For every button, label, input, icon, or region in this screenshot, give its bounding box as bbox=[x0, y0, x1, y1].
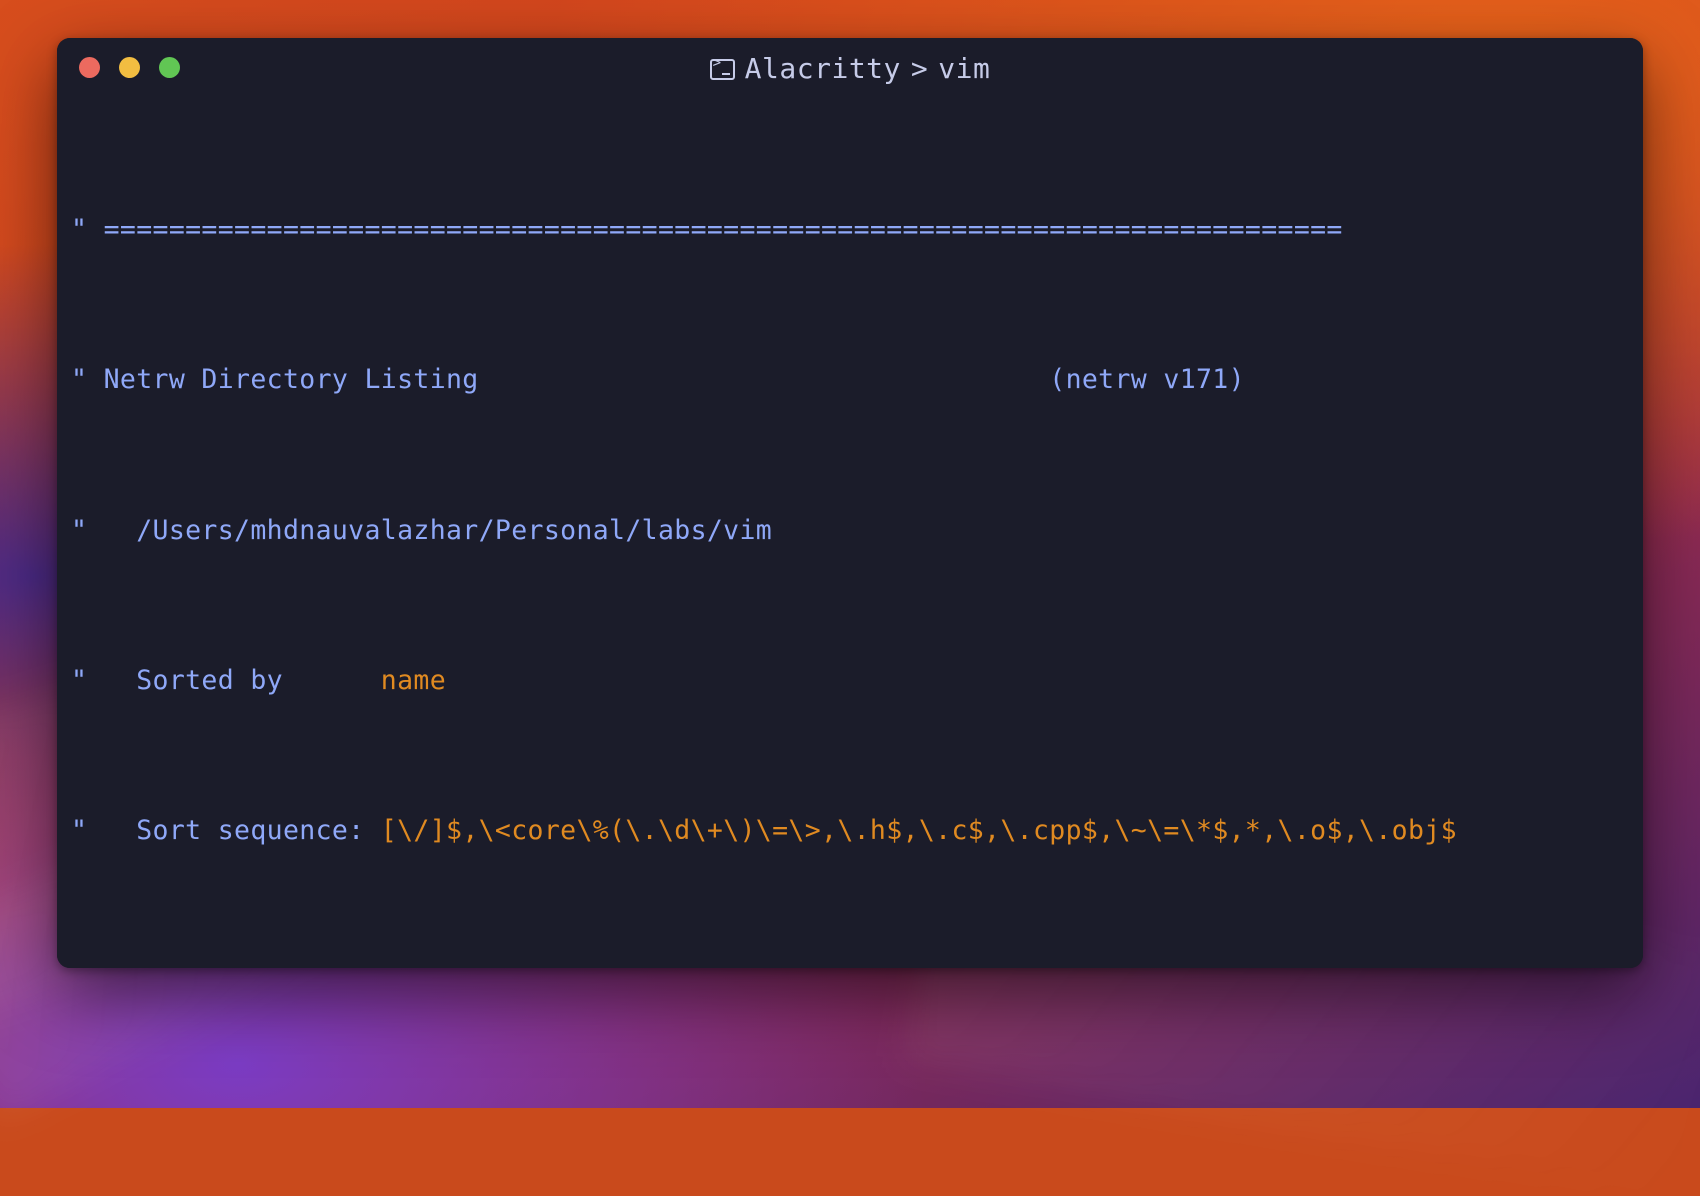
netrw-sorted-by-value: name bbox=[381, 665, 446, 696]
netrw-banner-rule-top: " ======================================… bbox=[71, 211, 1643, 249]
netrw-version-spacer bbox=[479, 364, 1050, 395]
quick-help-gap bbox=[1017, 966, 1050, 968]
terminal-window[interactable]: Alacritty > vim " ======================… bbox=[57, 38, 1643, 968]
quick-help-gap bbox=[691, 966, 724, 968]
netrw-banner-path: " /Users/mhdnauvalazhar/Personal/labs/vi… bbox=[71, 512, 1643, 550]
window-title-app: Alacritty bbox=[745, 52, 901, 85]
window-controls[interactable] bbox=[79, 57, 180, 78]
quick-help-action: delete bbox=[756, 966, 854, 968]
quick-help-gap bbox=[854, 966, 887, 968]
quick-help-action: rename bbox=[919, 966, 1017, 968]
quick-help-action: sort-by bbox=[1082, 966, 1196, 968]
netrw-quick-help-items: <F1>:help -:go up dir D:delete R:rename … bbox=[332, 966, 1376, 968]
quick-help-colon: : bbox=[740, 966, 756, 968]
window-title-program: vim bbox=[938, 52, 990, 85]
statusline-message: "." is a directory bbox=[71, 962, 364, 968]
quick-help-key: D bbox=[723, 966, 739, 968]
netrw-banner-heading: " Netrw Directory Listing (netrw v171) bbox=[71, 361, 1643, 399]
netrw-version: (netrw v171) bbox=[1049, 364, 1245, 395]
netrw-banner-sort-sequence: " Sort sequence: [\/]$,\<core\%(\.\d\+\)… bbox=[71, 812, 1643, 850]
quick-help-key: - bbox=[511, 966, 527, 968]
quick-help-action: go up dir bbox=[544, 966, 691, 968]
vim-statusline: "." is a directory 8,1 All bbox=[71, 924, 1629, 962]
vim-netrw-buffer[interactable]: " ======================================… bbox=[57, 98, 1643, 968]
window-title: Alacritty > vim bbox=[57, 52, 1643, 85]
netrw-banner-sorted-by: " Sorted by name bbox=[71, 662, 1643, 700]
quick-help-action: special bbox=[1261, 966, 1375, 968]
quick-help-key: s bbox=[1049, 966, 1065, 968]
quick-help-gap bbox=[1196, 966, 1229, 968]
netrw-sort-sequence-value: [\/]$,\<core\%(\.\d\+\)\=\>,\.h$,\.c$,\.… bbox=[381, 815, 1457, 846]
window-titlebar[interactable]: Alacritty > vim bbox=[57, 38, 1643, 98]
maximize-window-button[interactable] bbox=[159, 57, 180, 78]
quick-help-colon: : bbox=[1066, 966, 1082, 968]
quick-help-colon: : bbox=[1245, 966, 1261, 968]
minimize-window-button[interactable] bbox=[119, 57, 140, 78]
quick-help-colon: : bbox=[528, 966, 544, 968]
quick-help-colon: : bbox=[397, 966, 413, 968]
quick-help-colon: : bbox=[903, 966, 919, 968]
quick-help-key: x bbox=[1229, 966, 1245, 968]
quick-help-key: R bbox=[886, 966, 902, 968]
terminal-prompt-icon bbox=[710, 59, 735, 80]
quick-help-gap bbox=[479, 966, 512, 968]
sorted-by-gap bbox=[283, 665, 381, 696]
window-title-separator: > bbox=[911, 52, 928, 85]
quick-help-action: help bbox=[413, 966, 478, 968]
close-window-button[interactable] bbox=[79, 57, 100, 78]
